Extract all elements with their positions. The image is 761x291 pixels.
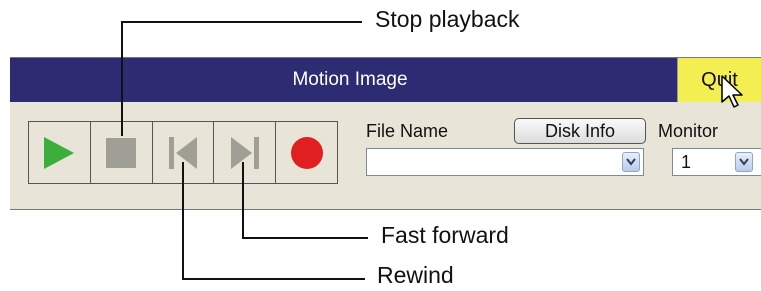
skip-back-icon	[168, 136, 197, 169]
mouse-cursor-icon	[721, 75, 743, 108]
play-button[interactable]	[29, 122, 91, 183]
stop-button[interactable]	[91, 122, 153, 183]
rewind-button[interactable]	[153, 122, 215, 183]
disk-info-button[interactable]: Disk Info	[514, 118, 646, 144]
playback-controls	[28, 121, 338, 184]
chevron-down-icon[interactable]	[622, 152, 640, 172]
record-button[interactable]	[276, 122, 337, 183]
callout-rewind: Rewind	[377, 262, 454, 288]
fast-forward-button[interactable]	[214, 122, 277, 183]
monitor-value: 1	[681, 152, 692, 172]
file-name-select[interactable]	[366, 148, 644, 176]
file-name-label: File Name	[366, 121, 449, 141]
skip-forward-icon	[230, 136, 259, 169]
title-bar: Motion Image	[10, 58, 761, 102]
quit-button[interactable]: Quit	[677, 58, 761, 102]
play-icon	[44, 136, 75, 169]
callout-stop-playback: Stop playback	[375, 6, 520, 32]
stop-icon	[106, 137, 137, 168]
monitor-label: Monitor	[658, 121, 719, 141]
chevron-down-icon[interactable]	[735, 152, 753, 172]
window-title: Motion Image	[292, 69, 408, 90]
monitor-select[interactable]: 1	[672, 148, 761, 176]
record-icon	[290, 136, 323, 169]
callout-fast-forward: Fast forward	[381, 222, 509, 248]
